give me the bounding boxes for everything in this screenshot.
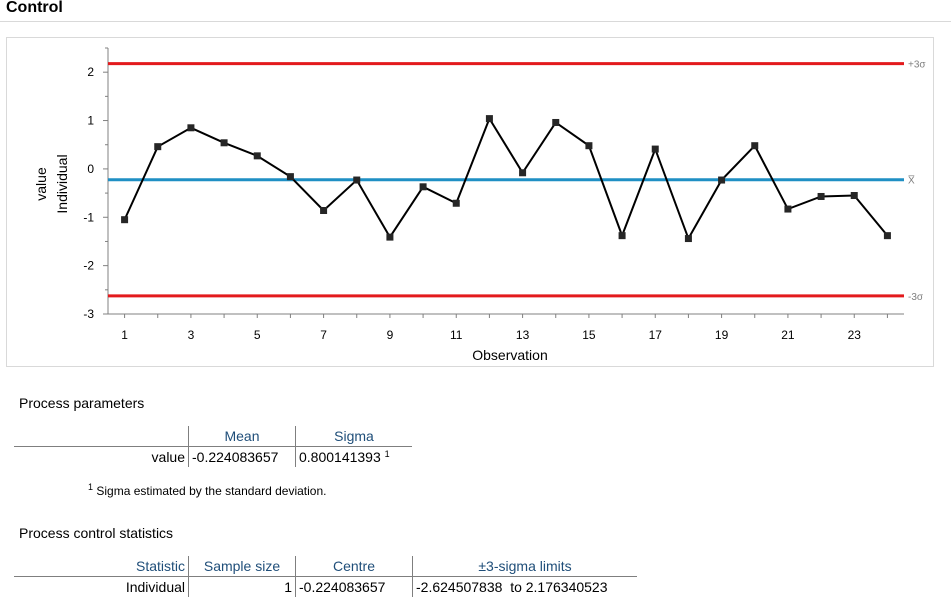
footnote-text: Sigma estimated by the standard deviatio… xyxy=(96,484,327,498)
x-tick-label: 21 xyxy=(781,328,795,342)
data-point xyxy=(585,142,593,150)
data-point xyxy=(187,124,195,132)
header-statistic: Statistic xyxy=(14,556,189,577)
sigma-value: 0.800141393 xyxy=(299,449,381,465)
data-point xyxy=(684,235,692,243)
data-point xyxy=(552,118,560,126)
cell-sample-size: 1 xyxy=(188,576,296,597)
data-point xyxy=(883,232,891,240)
data-point xyxy=(286,173,294,181)
cell-mean: -0.224083657 xyxy=(188,446,296,467)
header-sigma: Sigma xyxy=(295,426,412,447)
x-tick-label: 9 xyxy=(387,328,394,342)
header-limits: ±3-sigma limits xyxy=(412,556,637,577)
y-axis-variable-label: value xyxy=(33,167,49,201)
cell-limits: -2.624507838 to 2.176340523 xyxy=(416,579,608,595)
x-tick-label: 11 xyxy=(450,328,463,342)
x-tick-label: 23 xyxy=(848,328,862,342)
header-centre: Centre xyxy=(295,556,413,577)
process-control-statistics-heading: Process control statistics xyxy=(19,525,174,541)
x-tick-label: 19 xyxy=(715,328,729,342)
data-point xyxy=(121,216,129,224)
y-tick-label: 2 xyxy=(87,65,94,79)
x-tick-label: 3 xyxy=(188,328,195,342)
table-row: value -0.224083657 0.800141393 1 xyxy=(14,446,413,468)
x-tick-label: 15 xyxy=(582,328,596,342)
data-point xyxy=(253,152,261,160)
process-control-statistics-table: Statistic Sample size Centre ±3-sigma li… xyxy=(14,556,637,597)
table-header-row: Statistic Sample size Centre ±3-sigma li… xyxy=(14,556,637,577)
data-point xyxy=(353,176,361,184)
x-tick-label: 17 xyxy=(649,328,663,342)
data-point xyxy=(718,176,726,184)
data-point xyxy=(320,207,328,215)
control-chart: -3-2-10121 3 5 7 9 11 13 15 17 19 21 23ObservationI… xyxy=(33,47,926,363)
data-point xyxy=(220,139,228,147)
data-point xyxy=(485,115,493,123)
reference-line-label: +3σ xyxy=(908,60,926,71)
y-tick-label: -1 xyxy=(83,210,94,224)
table-row: Individual 1 -0.224083657 -2.624507838 t… xyxy=(14,576,637,597)
x-axis-title: Observation xyxy=(472,347,547,363)
sigma-footnote: 1 Sigma estimated by the standard deviat… xyxy=(88,482,327,498)
data-point xyxy=(850,192,858,200)
y-tick-label: 1 xyxy=(87,114,94,128)
cell-centre: -0.224083657 xyxy=(295,576,413,597)
x-tick-label: 7 xyxy=(320,328,327,342)
header-empty-cell xyxy=(14,426,189,447)
y-tick-label: -2 xyxy=(83,259,94,273)
cell-statistic: Individual xyxy=(14,576,189,597)
process-parameters-table: Mean Sigma value -0.224083657 0.80014139… xyxy=(14,426,412,467)
table-header-row: Mean Sigma xyxy=(14,426,412,447)
cell-sigma: 0.800141393 1 xyxy=(296,447,413,468)
y-axis-title: Individual xyxy=(54,154,70,213)
x-tick-label: 13 xyxy=(516,328,530,342)
data-point xyxy=(419,183,427,191)
x-tick-label: 5 xyxy=(254,328,261,342)
reference-line-label: X̅ xyxy=(908,175,915,187)
header-sample-size: Sample size xyxy=(188,556,296,577)
y-tick-label: -3 xyxy=(83,307,94,321)
sigma-footnote-ref: 1 xyxy=(384,449,390,459)
data-point xyxy=(386,233,394,241)
data-point xyxy=(751,142,759,150)
data-point xyxy=(519,169,527,177)
data-point xyxy=(784,205,792,213)
header-mean: Mean xyxy=(188,426,296,447)
data-point xyxy=(618,232,626,240)
process-parameters-heading: Process parameters xyxy=(19,395,145,411)
y-tick-label: 0 xyxy=(87,162,94,176)
data-point xyxy=(651,145,659,153)
reference-line-label: -3σ xyxy=(908,292,924,303)
data-point xyxy=(154,143,162,151)
data-point xyxy=(452,199,460,207)
x-tick-label: 1 xyxy=(121,328,128,342)
data-point xyxy=(817,192,825,200)
row-label-value: value xyxy=(14,446,189,467)
footnote-marker: 1 xyxy=(88,482,94,492)
